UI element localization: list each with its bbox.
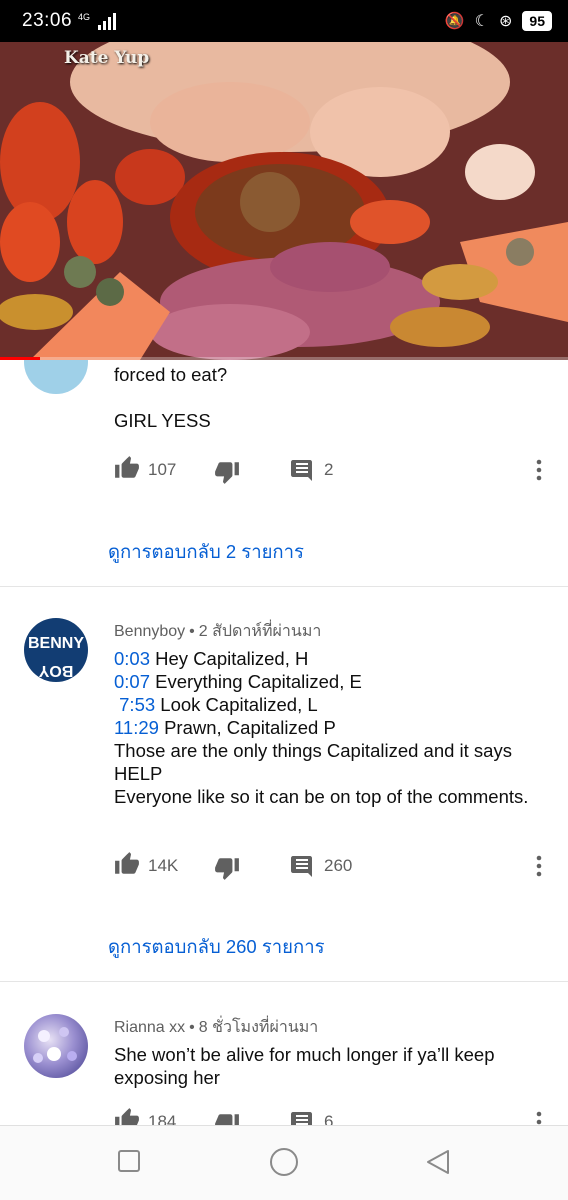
thumb-down-icon [215, 462, 239, 484]
home-button[interactable] [268, 1146, 300, 1183]
more-button[interactable] [532, 1109, 546, 1125]
like-button[interactable] [114, 455, 140, 486]
circle-icon [270, 1148, 298, 1176]
avatar[interactable] [24, 1014, 88, 1078]
status-bar: 23:06 4G 🔕 ☾ ⊛ 95 [0, 0, 568, 42]
comment-author[interactable]: Rianna xx [114, 1019, 185, 1036]
like-button[interactable] [114, 1107, 140, 1125]
timestamp-line: 0:07 Everything Capitalized, E [114, 671, 362, 692]
avatar[interactable]: BENNY BOY [24, 618, 88, 682]
timestamp-line: 0:03 Hey Capitalized, H [114, 648, 309, 669]
comment-line: GIRL YESS [114, 410, 211, 431]
system-nav-bar [0, 1125, 568, 1200]
comment-text: forced to eat? GIRL YESS [114, 363, 544, 432]
comment-item: forced to eat? GIRL YESS [0, 360, 568, 546]
timestamp-link[interactable]: 0:03 [114, 648, 150, 669]
avatar-logo: BENNY BOY [28, 635, 84, 679]
comment-icon [291, 856, 312, 877]
reply-button[interactable] [290, 458, 314, 487]
more-vert-icon [536, 855, 542, 877]
more-button[interactable] [532, 457, 546, 488]
comment-meta: Bennyboy • 2 สัปดาห์ที่ผ่านมา [114, 623, 322, 640]
video-player[interactable]: Kate Yup [0, 42, 568, 360]
timestamp-link[interactable]: 11:29 [114, 717, 159, 738]
signal-icon [98, 12, 117, 30]
do-not-disturb-icon: ☾ [474, 13, 490, 30]
dislike-button[interactable] [214, 855, 240, 886]
more-vert-icon [536, 459, 542, 481]
status-time: 23:06 [22, 10, 73, 31]
timestamp-link[interactable]: 7:53 [114, 694, 155, 715]
comment-icon [291, 1112, 312, 1125]
comment-time: 8 ชั่วโมงที่ผ่านมา [198, 1019, 319, 1036]
divider [0, 586, 568, 587]
comments-list[interactable]: forced to eat? GIRL YESS 107 2 ดูการตอบก… [0, 360, 568, 1125]
dislike-button[interactable] [214, 459, 240, 490]
network-type: 4G [78, 12, 91, 22]
more-vert-icon [536, 1111, 542, 1125]
timestamp-line: 7:53 Look Capitalized, L [114, 694, 318, 715]
thumb-up-icon [115, 456, 139, 478]
triangle-back-icon [427, 1150, 449, 1174]
comment-text: She won’t be alive for much longer if ya… [114, 1044, 495, 1088]
reply-count: 2 [324, 460, 334, 479]
comment-icon [291, 460, 312, 481]
like-count: 184 [148, 1112, 177, 1125]
dislike-button[interactable] [214, 1111, 240, 1125]
status-icons: 🔕 ☾ ⊛ 95 [445, 11, 552, 31]
thumb-up-icon [115, 852, 139, 874]
like-count: 107 [148, 460, 177, 479]
video-watermark: Kate Yup [64, 48, 150, 68]
thumb-up-icon [115, 1108, 139, 1125]
recents-button[interactable] [116, 1148, 142, 1179]
reply-button[interactable] [290, 854, 314, 883]
comment-author[interactable]: Bennyboy [114, 623, 185, 640]
avatar-text: BENNY [28, 635, 84, 652]
battery-icon: 95 [522, 11, 552, 31]
reply-button[interactable] [290, 1110, 314, 1125]
view-replies-link[interactable]: ดูการตอบกลับ 2 รายการ [108, 538, 304, 567]
thumb-down-icon [215, 1114, 239, 1125]
reply-count: 260 [324, 856, 353, 875]
avatar-text: BOY [38, 662, 73, 679]
more-button[interactable] [532, 853, 546, 884]
video-frame [0, 42, 568, 360]
comment-text: 0:03 Hey Capitalized, H 0:07 Everything … [114, 647, 544, 808]
rotation-lock-icon: ⊛ [499, 13, 513, 30]
like-count: 14K [148, 856, 179, 875]
comment-meta: Rianna xx • 8 ชั่วโมงที่ผ่านมา [114, 1019, 319, 1036]
comment-time: 2 สัปดาห์ที่ผ่านมา [198, 623, 322, 640]
avatar-flowers [33, 1027, 77, 1063]
comment-actions: 14K 260 [114, 851, 554, 881]
avatar[interactable] [24, 360, 88, 394]
comment-body-rest: Those are the only things Capitalized an… [114, 740, 529, 807]
notification-off-icon: 🔕 [444, 13, 465, 30]
timestamp-line: 11:29 Prawn, Capitalized P [114, 717, 336, 738]
back-button[interactable] [424, 1148, 452, 1181]
square-icon [118, 1150, 140, 1172]
like-button[interactable] [114, 851, 140, 882]
timestamp-link[interactable]: 0:07 [114, 671, 150, 692]
divider [0, 981, 568, 982]
thumb-down-icon [215, 858, 239, 880]
view-replies-link[interactable]: ดูการตอบกลับ 260 รายการ [108, 933, 325, 962]
reply-count: 6 [324, 1112, 334, 1125]
comment-line: forced to eat? [114, 364, 228, 385]
comment-actions: 184 6 [114, 1107, 554, 1125]
comment-actions: 107 2 [114, 455, 554, 485]
